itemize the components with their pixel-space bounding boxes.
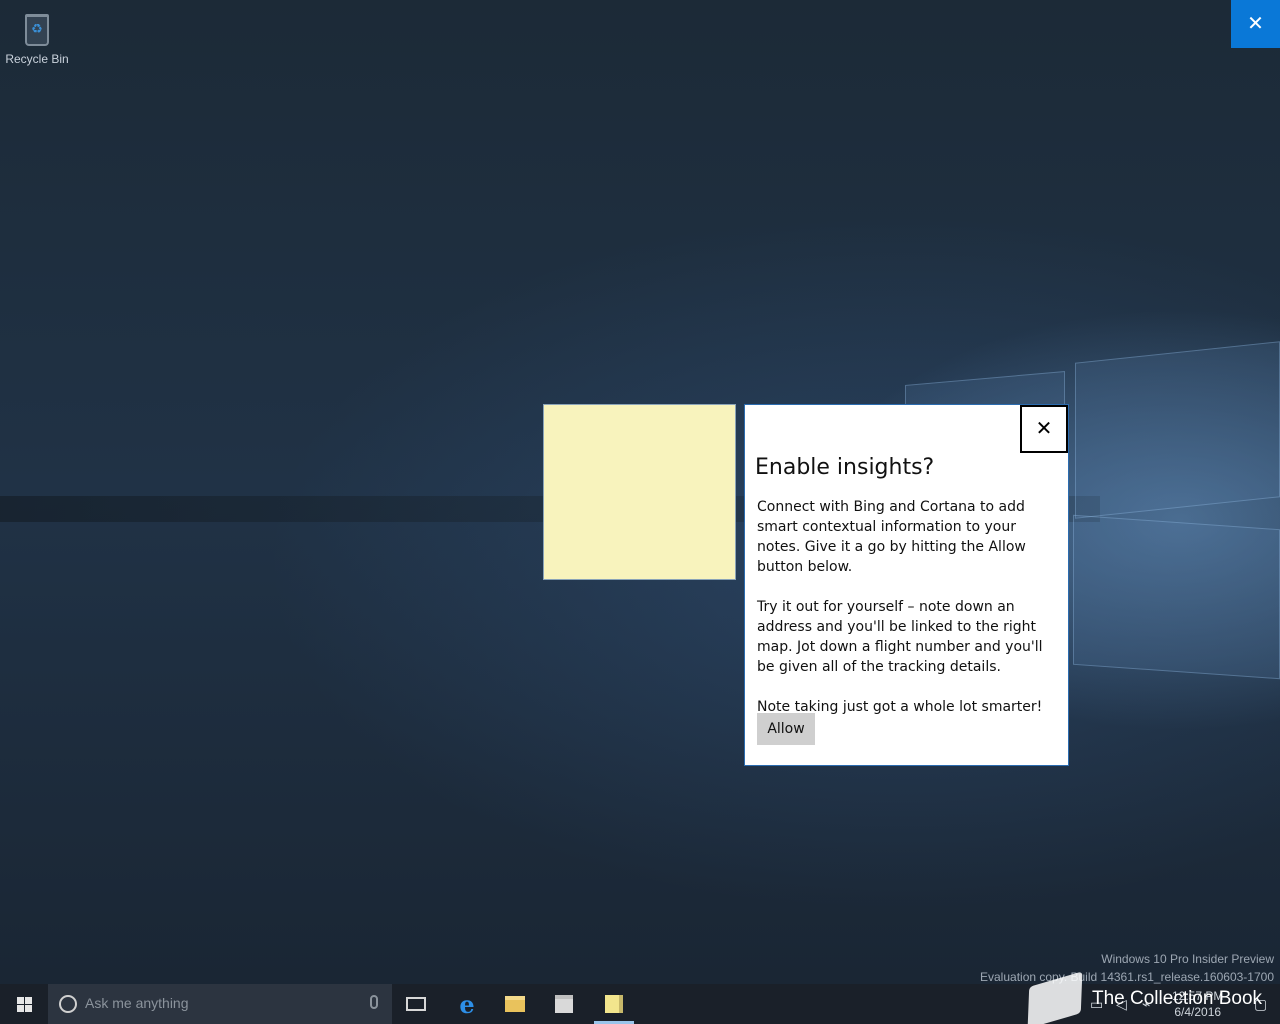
allow-button[interactable]: Allow [757,713,815,745]
close-icon: ✕ [1247,13,1264,35]
sticky-notes-icon [605,995,623,1013]
collection-book-watermark: The Collection Book [1027,971,1280,1024]
book-icon [1027,971,1083,1024]
task-view-icon [406,997,426,1011]
dialog-title: Enable insights? [755,455,935,480]
search-input[interactable]: Ask me anything [85,995,189,1011]
cortana-icon [59,995,77,1013]
collection-book-text: The Collection Book [1092,988,1263,1009]
wallpaper-pane [1073,514,1280,680]
windows-logo-icon [16,996,32,1012]
wallpaper-pane [1075,341,1280,519]
task-view-button[interactable] [392,984,440,1024]
store-icon [555,995,573,1013]
sticky-notes-button[interactable] [590,984,638,1024]
dialog-body: Connect with Bing and Cortana to add sma… [757,497,1061,737]
close-icon: ✕ [1035,418,1053,440]
cortana-search-box[interactable]: Ask me anything [48,984,392,1024]
start-button[interactable] [0,984,48,1024]
microphone-icon[interactable] [370,995,378,1009]
folder-icon [505,996,525,1012]
edge-icon: e [459,989,475,1019]
insights-dialog: ✕ Enable insights? Connect with Bing and… [744,404,1069,766]
dialog-paragraph: Connect with Bing and Cortana to add sma… [757,499,1026,575]
recycle-bin-icon: ♻ [19,8,55,48]
watermark-edition: Windows 10 Pro Insider Preview [1101,952,1274,966]
store-button[interactable] [540,984,588,1024]
recycle-bin[interactable]: ♻ Recycle Bin [4,6,70,66]
dialog-paragraph: Try it out for yourself – note down an a… [757,599,1043,675]
dialog-close-button[interactable]: ✕ [1020,405,1068,453]
sticky-note[interactable] [543,404,736,580]
file-explorer-button[interactable] [491,984,539,1024]
edge-button[interactable]: e [443,984,491,1024]
recycle-bin-label: Recycle Bin [5,52,69,66]
close-button[interactable]: ✕ [1231,0,1280,48]
